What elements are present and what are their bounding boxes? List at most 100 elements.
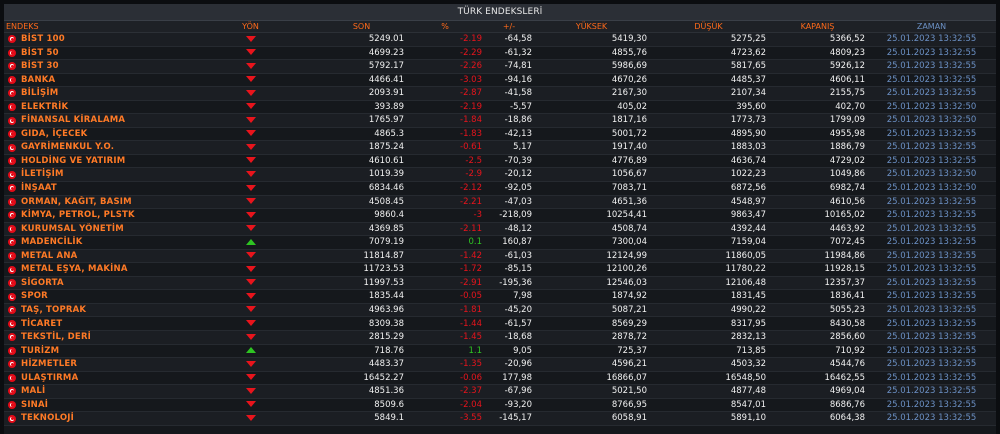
index-name-link[interactable]: TURİZM — [21, 345, 59, 357]
col-header-son[interactable]: SON — [317, 21, 406, 33]
col-header-zaman[interactable]: ZAMAN — [867, 21, 996, 33]
close-value: 4809,23 — [768, 46, 867, 61]
index-name-link[interactable]: METAL EŞYA, MAKİNA — [21, 263, 128, 275]
index-name-cell[interactable]: MALİ — [4, 384, 184, 399]
index-name-link[interactable]: KURUMSAL YÖNETİM — [21, 223, 124, 235]
index-name-cell[interactable]: HİZMETLER — [4, 357, 184, 372]
index-name-cell[interactable]: ULAŞTIRMA — [4, 371, 184, 386]
table-row[interactable]: ULAŞTIRMA 16452.27 -0.06 177,98 16866,07 1654… — [4, 371, 996, 386]
index-name-link[interactable]: MALİ — [21, 385, 45, 397]
index-name-cell[interactable]: KURUMSAL YÖNETİM — [4, 222, 184, 237]
col-header-kapanis[interactable]: KAPANIŞ — [768, 21, 867, 33]
direction-cell — [184, 411, 317, 426]
table-row[interactable]: SİGORTA 11997.53 -2.91 -195,36 12546,03 12106… — [4, 276, 996, 291]
index-name-link[interactable]: TİCARET — [21, 318, 62, 330]
col-header-dusuk[interactable]: DÜŞÜK — [649, 21, 768, 33]
table-row[interactable]: GAYRİMENKUL Y.O. 1875.24 -0.61 5,17 1917,40 1… — [4, 140, 996, 155]
table-row[interactable]: SPOR 1835.44 -0.05 7,98 1874,92 1831,45 1836,4… — [4, 289, 996, 304]
index-name-cell[interactable]: FİNANSAL KİRALAMA — [4, 113, 184, 128]
table-row[interactable]: HİZMETLER 4483.37 -1.35 -20,96 4596,21 4503,3… — [4, 357, 996, 372]
index-name-cell[interactable]: TEKNOLOJİ — [4, 411, 184, 426]
index-name-link[interactable]: ELEKTRİK — [21, 101, 68, 113]
table-row[interactable]: BİST 30 5792.17 -2.26 -74,81 5986,69 5817,65 5… — [4, 59, 996, 74]
index-name-cell[interactable]: ORMAN, KAĞIT, BASIM — [4, 195, 184, 210]
table-row[interactable]: İLETİŞİM 1019.39 -2.9 -20,12 1056,67 1022,23 1… — [4, 167, 996, 182]
index-name-cell[interactable]: SPOR — [4, 289, 184, 304]
table-row[interactable]: TURİZM 718.76 1.1 9,05 725,37 713,85 710,92 25.… — [4, 344, 996, 359]
index-name-link[interactable]: BİST 30 — [21, 60, 59, 72]
index-name-link[interactable]: FİNANSAL KİRALAMA — [21, 114, 125, 126]
table-row[interactable]: ELEKTRİK 393.89 -2.19 -5,57 405,02 395,60 402,… — [4, 100, 996, 115]
index-name-cell[interactable]: BİST 100 — [4, 32, 184, 47]
index-name-cell[interactable]: MADENCİLİK — [4, 235, 184, 250]
table-row[interactable]: MADENCİLİK 7079.19 0.1 160,87 7300,04 7159,04… — [4, 235, 996, 250]
index-name-cell[interactable]: İNŞAAT — [4, 181, 184, 196]
index-name-cell[interactable]: METAL ANA — [4, 249, 184, 264]
col-header-yuzde[interactable]: % — [406, 21, 484, 33]
col-header-yuksek[interactable]: YÜKSEK — [534, 21, 649, 33]
table-row[interactable]: TEKSTİL, DERİ 2815.29 -1.45 -18,68 2878,72 28… — [4, 330, 996, 345]
index-name-cell[interactable]: KİMYA, PETROL, PLSTK — [4, 208, 184, 223]
index-name-link[interactable]: BİST 100 — [21, 33, 65, 45]
index-name-cell[interactable]: HOLDİNG VE YATIRIM — [4, 154, 184, 169]
index-name-cell[interactable]: ELEKTRİK — [4, 100, 184, 115]
index-name-cell[interactable]: TEKSTİL, DERİ — [4, 330, 184, 345]
index-name-cell[interactable]: BANKA — [4, 73, 184, 88]
table-row[interactable]: METAL EŞYA, MAKİNA 11723.53 -1.72 -85,15 121… — [4, 262, 996, 277]
index-name-cell[interactable]: SİGORTA — [4, 276, 184, 291]
turkey-flag-icon — [8, 211, 16, 220]
index-name-cell[interactable]: METAL EŞYA, MAKİNA — [4, 262, 184, 277]
arrow-down-icon — [245, 320, 256, 326]
index-name-cell[interactable]: BİLİŞİM — [4, 86, 184, 101]
table-row[interactable]: GIDA, İÇECEK 4865.3 -1.83 -42,13 5001,72 4895… — [4, 127, 996, 142]
index-name-link[interactable]: TEKSTİL, DERİ — [21, 331, 91, 343]
table-row[interactable]: METAL ANA 11814.87 -1.42 -61,03 12124,99 1186… — [4, 249, 996, 264]
table-row[interactable]: SINAİ 8509.6 -2.04 -93,20 8766,95 8547,01 8686… — [4, 398, 996, 413]
index-name-cell[interactable]: SINAİ — [4, 398, 184, 413]
index-name-link[interactable]: ORMAN, KAĞIT, BASIM — [21, 196, 132, 208]
index-name-cell[interactable]: TURİZM — [4, 344, 184, 359]
col-header-yon[interactable]: YÖN — [184, 21, 317, 33]
index-name-link[interactable]: GIDA, İÇECEK — [21, 128, 87, 140]
col-header-endeks[interactable]: ENDEKS — [4, 21, 184, 33]
table-row[interactable]: KURUMSAL YÖNETİM 4369.85 -2.11 -48,12 4508,7… — [4, 222, 996, 237]
table-row[interactable]: İNŞAAT 6834.46 -2.12 -92,05 7083,71 6872,56 69… — [4, 181, 996, 196]
index-name-link[interactable]: SİGORTA — [21, 277, 64, 289]
table-row[interactable]: BANKA 4466.41 -3.03 -94,16 4670,26 4485,37 460… — [4, 73, 996, 88]
index-name-link[interactable]: SPOR — [21, 290, 48, 302]
index-name-cell[interactable]: GAYRİMENKUL Y.O. — [4, 140, 184, 155]
table-row[interactable]: BİST 100 5249.01 -2.19 -64,58 5419,30 5275,25… — [4, 32, 996, 47]
index-name-link[interactable]: BANKA — [21, 74, 55, 86]
index-name-link[interactable]: HOLDİNG VE YATIRIM — [21, 155, 125, 167]
index-name-cell[interactable]: BİST 50 — [4, 46, 184, 61]
index-name-link[interactable]: HİZMETLER — [21, 358, 77, 370]
table-row[interactable]: MALİ 4851.36 -2.37 -67,96 5021,50 4877,48 4969… — [4, 384, 996, 399]
index-name-cell[interactable]: TAŞ, TOPRAK — [4, 303, 184, 318]
table-row[interactable]: BİLİŞİM 2093.91 -2.87 -41,58 2167,30 2107,34 2… — [4, 86, 996, 101]
index-name-link[interactable]: TAŞ, TOPRAK — [21, 304, 86, 316]
index-name-link[interactable]: İLETİŞİM — [21, 168, 64, 180]
table-row[interactable]: TİCARET 8309.38 -1.44 -61,57 8569,29 8317,95 8… — [4, 316, 996, 332]
table-row[interactable]: HOLDİNG VE YATIRIM 4610.61 -2.5 -70,39 4776,… — [4, 154, 996, 169]
index-name-link[interactable]: GAYRİMENKUL Y.O. — [21, 141, 114, 153]
index-name-cell[interactable]: İLETİŞİM — [4, 167, 184, 182]
table-row[interactable]: TEKNOLOJİ 5849.1 -3.55 -145,17 6058,91 5891,1… — [4, 411, 996, 426]
index-name-cell[interactable]: GIDA, İÇECEK — [4, 127, 184, 142]
index-name-link[interactable]: BİST 50 — [21, 47, 59, 59]
table-row[interactable]: FİNANSAL KİRALAMA 1765.97 -1.84 -18,86 1817,… — [4, 113, 996, 128]
index-name-cell[interactable]: BİST 30 — [4, 59, 184, 74]
table-row[interactable]: ORMAN, KAĞIT, BASIM 4508.45 -2.21 -47,03 465… — [4, 195, 996, 210]
index-name-link[interactable]: İNŞAAT — [21, 182, 57, 194]
table-row[interactable]: TAŞ, TOPRAK 4963.96 -1.81 -45,20 5087,21 4990… — [4, 303, 996, 318]
table-row[interactable]: BİST 50 4699.23 -2.29 -61,32 4855,76 4723,62 4… — [4, 46, 996, 61]
index-name-cell[interactable]: TİCARET — [4, 316, 184, 332]
index-name-link[interactable]: MADENCİLİK — [21, 236, 83, 248]
index-name-link[interactable]: TEKNOLOJİ — [21, 412, 74, 424]
index-name-link[interactable]: ULAŞTIRMA — [21, 372, 78, 384]
index-name-link[interactable]: SINAİ — [21, 399, 48, 411]
table-row[interactable]: KİMYA, PETROL, PLSTK 9860.4 -3 -218,09 10254… — [4, 208, 996, 223]
index-name-link[interactable]: KİMYA, PETROL, PLSTK — [21, 209, 135, 221]
index-name-link[interactable]: METAL ANA — [21, 250, 77, 262]
index-name-link[interactable]: BİLİŞİM — [21, 87, 58, 99]
col-header-degisim[interactable]: +/- — [484, 21, 534, 33]
